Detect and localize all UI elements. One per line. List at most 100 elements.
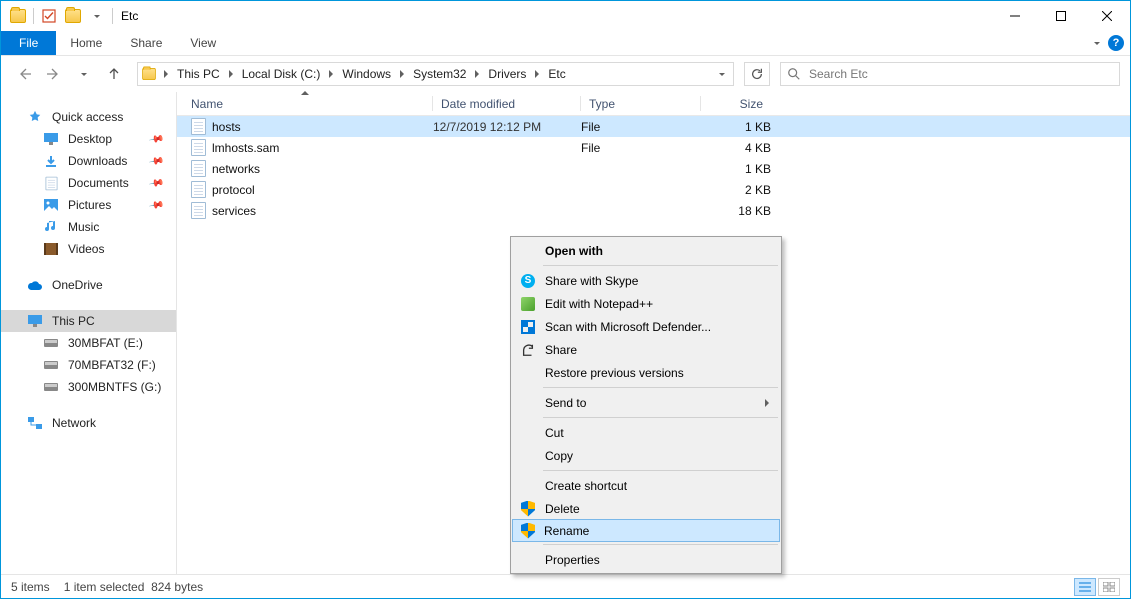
ctx-restore-versions[interactable]: Restore previous versions [513, 361, 779, 384]
desktop-icon [43, 131, 59, 147]
qat-properties-icon[interactable] [38, 5, 60, 27]
status-item-count: 5 items [11, 580, 50, 594]
search-box[interactable]: Search Etc [780, 62, 1120, 86]
nav-back-button[interactable] [11, 61, 37, 87]
file-row[interactable]: lmhosts.samFile4 KB [177, 137, 1130, 158]
file-row[interactable]: networks1 KB [177, 158, 1130, 179]
drive-icon [43, 335, 59, 351]
sidebar-quick-access[interactable]: Quick access [1, 106, 176, 128]
ribbon-tab-share[interactable]: Share [116, 31, 176, 55]
col-name[interactable]: Name [177, 92, 433, 115]
ctx-scan-defender[interactable]: Scan with Microsoft Defender... [513, 315, 779, 338]
videos-icon [43, 241, 59, 257]
file-size: 18 KB [701, 204, 771, 218]
network-icon [27, 415, 43, 431]
refresh-button[interactable] [744, 62, 770, 86]
sidebar-drive-g[interactable]: 300MBNTFS (G:) [1, 376, 176, 398]
ribbon-file-tab[interactable]: File [1, 31, 56, 55]
crumb-system32[interactable]: System32 [408, 63, 471, 85]
file-list-pane: Name Date modified Type Size hosts12/7/2… [177, 92, 1130, 574]
downloads-icon [43, 153, 59, 169]
share-icon [520, 342, 536, 358]
star-icon [27, 109, 43, 125]
navigation-bar: This PC Local Disk (C:) Windows System32… [1, 56, 1130, 92]
minimize-button[interactable] [992, 1, 1038, 31]
address-folder-icon [138, 67, 160, 81]
ctx-properties[interactable]: Properties [513, 548, 779, 571]
nav-forward-button[interactable] [41, 61, 67, 87]
app-icon[interactable] [7, 5, 29, 27]
file-row[interactable]: hosts12/7/2019 12:12 PMFile1 KB [177, 116, 1130, 137]
pin-icon: 📌 [148, 131, 165, 147]
crumb-etc[interactable]: Etc [543, 63, 570, 85]
ctx-delete[interactable]: Delete [513, 497, 779, 520]
ribbon-collapse-icon[interactable] [1094, 42, 1100, 45]
crumb-local-disk[interactable]: Local Disk (C:) [237, 63, 326, 85]
ctx-open-with[interactable]: Open with [513, 239, 779, 262]
crumb-drivers[interactable]: Drivers [483, 63, 531, 85]
separator [543, 387, 778, 388]
ctx-edit-notepadpp[interactable]: Edit with Notepad++ [513, 292, 779, 315]
context-menu: Open with SShare with Skype Edit with No… [510, 236, 782, 574]
view-large-icons-button[interactable] [1098, 578, 1120, 596]
col-type[interactable]: Type [581, 92, 701, 115]
sidebar-item-pictures[interactable]: Pictures📌 [1, 194, 176, 216]
ctx-share[interactable]: Share [513, 338, 779, 361]
sidebar-item-downloads[interactable]: Downloads📌 [1, 150, 176, 172]
pin-icon: 📌 [148, 197, 165, 213]
close-button[interactable] [1084, 1, 1130, 31]
ribbon-tab-view[interactable]: View [176, 31, 230, 55]
sidebar-this-pc[interactable]: This PC [1, 310, 176, 332]
address-bar[interactable]: This PC Local Disk (C:) Windows System32… [137, 62, 734, 86]
documents-icon [43, 175, 59, 191]
crumb-windows[interactable]: Windows [337, 63, 396, 85]
column-headers: Name Date modified Type Size [177, 92, 1130, 116]
drive-icon [43, 357, 59, 373]
sidebar-item-documents[interactable]: Documents📌 [1, 172, 176, 194]
shield-icon [520, 523, 536, 539]
ctx-create-shortcut[interactable]: Create shortcut [513, 474, 779, 497]
sidebar-network[interactable]: Network [1, 412, 176, 434]
window-controls [992, 1, 1130, 31]
music-icon [43, 219, 59, 235]
col-date[interactable]: Date modified [433, 92, 581, 115]
qat-newfolder-icon[interactable] [62, 5, 84, 27]
file-size: 2 KB [701, 183, 771, 197]
search-icon [787, 67, 801, 81]
sidebar-drive-f[interactable]: 70MBFAT32 (F:) [1, 354, 176, 376]
file-icon [191, 202, 206, 219]
sidebar-item-desktop[interactable]: Desktop📌 [1, 128, 176, 150]
file-name: protocol [212, 183, 255, 197]
col-size[interactable]: Size [701, 92, 771, 115]
ctx-rename[interactable]: Rename [512, 519, 780, 542]
view-details-button[interactable] [1074, 578, 1096, 596]
ribbon-tab-home[interactable]: Home [56, 31, 116, 55]
nav-history-button[interactable] [71, 61, 97, 87]
file-row[interactable]: protocol 2 KB [177, 179, 1130, 200]
status-bar: 5 items 1 item selected 824 bytes [1, 574, 1130, 598]
ctx-copy[interactable]: Copy [513, 444, 779, 467]
file-rows: hosts12/7/2019 12:12 PMFile1 KBlmhosts.s… [177, 116, 1130, 221]
crumb-this-pc[interactable]: This PC [172, 63, 225, 85]
sidebar-item-music[interactable]: Music [1, 216, 176, 238]
separator [543, 470, 778, 471]
file-row[interactable]: services18 KB [177, 200, 1130, 221]
nav-up-button[interactable] [101, 61, 127, 87]
file-type: File [581, 120, 701, 134]
sidebar-onedrive[interactable]: OneDrive [1, 274, 176, 296]
address-dropdown-button[interactable] [711, 63, 733, 85]
qat-customize-icon[interactable] [86, 5, 108, 27]
ctx-cut[interactable]: Cut [513, 421, 779, 444]
file-size: 4 KB [701, 141, 771, 155]
submenu-arrow-icon [765, 399, 769, 407]
ctx-send-to[interactable]: Send to [513, 391, 779, 414]
sidebar-drive-e[interactable]: 30MBFAT (E:) [1, 332, 176, 354]
file-date: 12/7/2019 12:12 PM [433, 120, 581, 134]
help-icon[interactable]: ? [1108, 35, 1124, 51]
sidebar-item-videos[interactable]: Videos [1, 238, 176, 260]
maximize-button[interactable] [1038, 1, 1084, 31]
file-icon [191, 181, 206, 198]
ctx-share-skype[interactable]: SShare with Skype [513, 269, 779, 292]
pin-icon: 📌 [148, 175, 165, 191]
separator [543, 544, 778, 545]
